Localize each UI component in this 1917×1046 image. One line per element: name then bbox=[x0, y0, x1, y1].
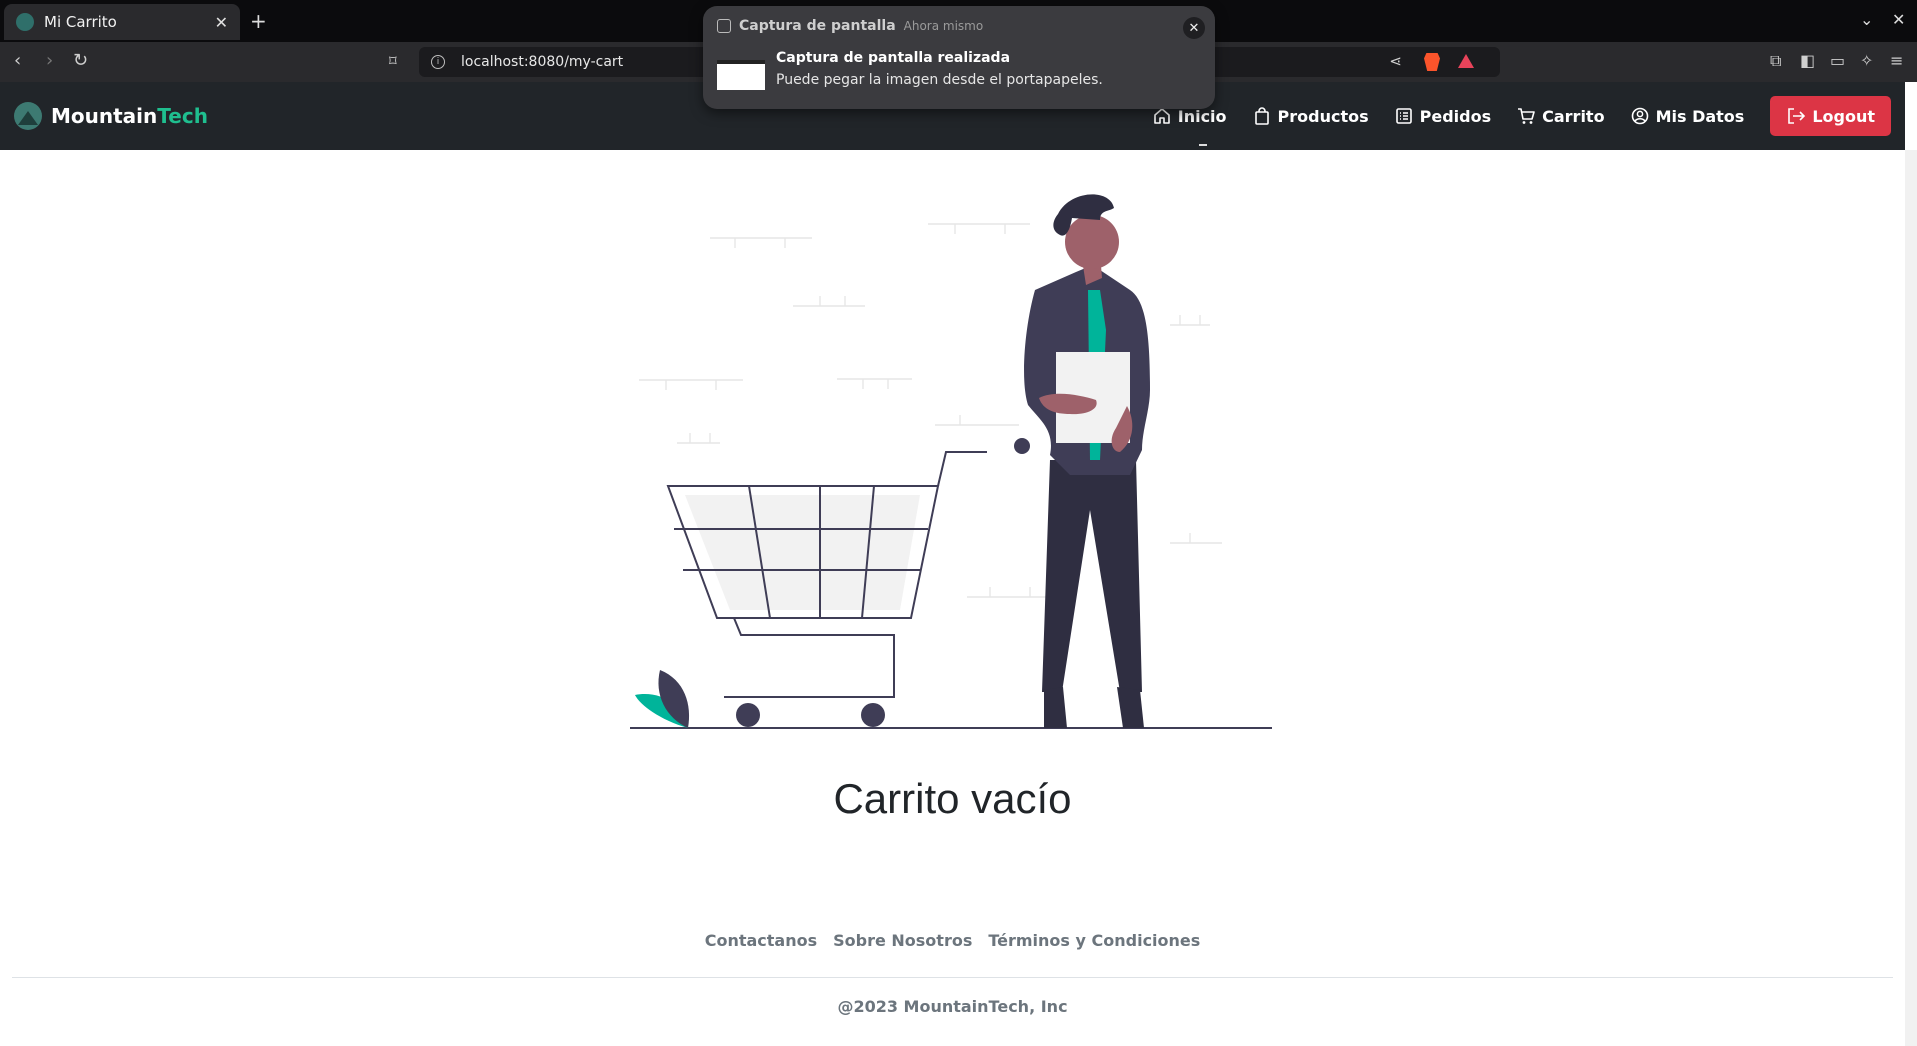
cart-icon bbox=[1518, 108, 1535, 124]
person-legs bbox=[1042, 460, 1142, 692]
footer-link-contact[interactable]: Contactanos bbox=[705, 931, 817, 950]
screenshot-notification[interactable]: Captura de pantalla Ahora mismo ✕ Captur… bbox=[703, 6, 1215, 109]
nav-link-productos[interactable]: Productos bbox=[1253, 107, 1369, 126]
nav-link-label: Carrito bbox=[1542, 106, 1605, 126]
back-icon[interactable]: ‹ bbox=[14, 50, 21, 71]
close-tab-icon[interactable]: ✕ bbox=[215, 13, 228, 32]
reload-icon[interactable]: ↻ bbox=[73, 50, 88, 71]
footer-links: Contactanos Sobre Nosotros Términos y Co… bbox=[0, 931, 1905, 950]
notification-close-icon[interactable]: ✕ bbox=[1183, 17, 1205, 39]
nav-link-inicio[interactable]: Inicio bbox=[1153, 107, 1227, 126]
brand-name-second: Tech bbox=[157, 104, 208, 128]
person-head bbox=[1065, 215, 1119, 269]
brand-link[interactable]: Mountain Tech bbox=[14, 102, 208, 130]
new-tab-icon[interactable]: + bbox=[250, 9, 267, 33]
nav-link-label: Pedidos bbox=[1419, 106, 1492, 126]
tab-title: Mi Carrito bbox=[44, 13, 117, 31]
person-shoe bbox=[1117, 687, 1144, 728]
notification-title: Captura de pantalla realizada bbox=[776, 50, 1011, 66]
screenshot-icon bbox=[717, 19, 731, 33]
footer-link-about[interactable]: Sobre Nosotros bbox=[833, 931, 972, 950]
sidebar-icon[interactable]: ◧ bbox=[1800, 51, 1815, 70]
brand-name-first: Mountain bbox=[51, 104, 158, 128]
bookmark-icon[interactable]: ⌑ bbox=[389, 52, 397, 70]
person-shoe bbox=[1044, 687, 1067, 728]
nav-link-label: Mis Datos bbox=[1655, 106, 1745, 126]
wallet-icon[interactable]: ▭ bbox=[1830, 51, 1845, 70]
footer-divider bbox=[12, 977, 1893, 978]
mountain-logo-icon bbox=[14, 102, 42, 130]
empty-cart-illustration bbox=[630, 194, 1272, 729]
close-window-icon[interactable]: ✕ bbox=[1892, 10, 1905, 29]
forward-icon[interactable]: › bbox=[46, 50, 53, 71]
leo-ai-icon[interactable]: ✧ bbox=[1860, 51, 1873, 70]
nav-link-pedidos[interactable]: Pedidos bbox=[1395, 107, 1491, 126]
page-scrollbar[interactable] bbox=[1905, 150, 1917, 1046]
user-circle-icon bbox=[1631, 107, 1648, 125]
footer-link-terms[interactable]: Términos y Condiciones bbox=[988, 931, 1200, 950]
nav-link-label: Productos bbox=[1277, 106, 1369, 126]
extensions-icon[interactable]: ⧉ bbox=[1770, 51, 1781, 71]
address-url: localhost:8080/my-cart bbox=[461, 54, 624, 70]
brave-shields-icon[interactable] bbox=[1424, 53, 1440, 71]
cart-wheel bbox=[736, 703, 760, 727]
notification-header: Captura de pantalla Ahora mismo bbox=[717, 18, 983, 34]
share-icon[interactable]: ⋖ bbox=[1389, 52, 1402, 70]
cart-basket-fill bbox=[685, 495, 920, 610]
notification-body: Puede pegar la imagen desde el portapape… bbox=[776, 72, 1103, 88]
nav-links: Inicio Productos Pedidos Carrito Mis Dat… bbox=[1153, 82, 1905, 150]
list-icon bbox=[1395, 108, 1412, 124]
logout-label: Logout bbox=[1812, 106, 1875, 126]
home-icon bbox=[1153, 108, 1170, 124]
site-info-icon[interactable]: i bbox=[431, 55, 445, 69]
cart-wheel bbox=[861, 703, 885, 727]
favicon-icon bbox=[16, 13, 34, 31]
nav-link-mis-datos[interactable]: Mis Datos bbox=[1631, 106, 1745, 126]
menu-icon[interactable]: ≡ bbox=[1890, 51, 1903, 70]
brave-rewards-icon[interactable] bbox=[1458, 54, 1474, 68]
screenshot-thumbnail bbox=[717, 60, 765, 90]
bag-icon bbox=[1254, 107, 1269, 125]
notification-app-name: Captura de pantalla bbox=[739, 18, 896, 34]
logout-icon bbox=[1788, 108, 1806, 124]
browser-tab[interactable]: Mi Carrito ✕ bbox=[4, 4, 240, 40]
copyright-text: @2023 MountainTech, Inc bbox=[837, 997, 1068, 1016]
empty-cart-title: Carrito vacío bbox=[833, 775, 1072, 822]
nav-link-label: Inicio bbox=[1177, 106, 1227, 126]
notification-time: Ahora mismo bbox=[903, 19, 984, 33]
chevron-down-icon[interactable]: ⌄ bbox=[1860, 10, 1873, 29]
nav-link-carrito[interactable]: Carrito bbox=[1517, 106, 1605, 126]
logout-button[interactable]: Logout bbox=[1770, 96, 1891, 136]
cart-handle-knob bbox=[1014, 438, 1030, 454]
